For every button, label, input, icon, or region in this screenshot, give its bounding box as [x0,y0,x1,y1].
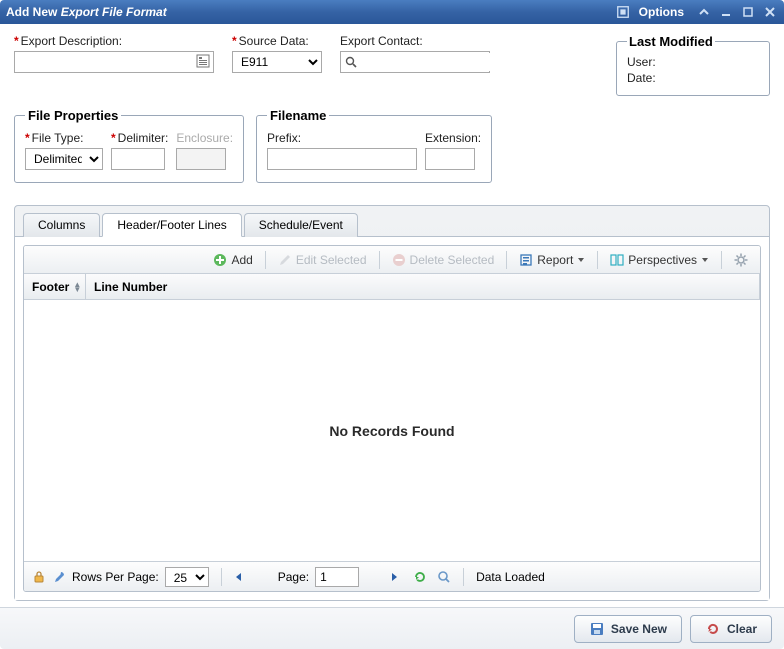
refresh-button[interactable] [413,570,427,584]
source-data-group: *Source Data: E911 [232,34,322,73]
fieldsets-row: File Properties *File Type: Delimited *D… [14,96,770,183]
tab-header-footer[interactable]: Header/Footer Lines [102,213,241,237]
required-mark: * [232,34,237,48]
lock-icon[interactable] [32,570,46,584]
file-properties-fieldset: File Properties *File Type: Delimited *D… [14,108,244,183]
maximize-icon[interactable] [740,4,756,20]
delete-selected-button: Delete Selected [386,251,501,269]
tab-columns[interactable]: Columns [23,213,100,237]
minimize-icon[interactable] [718,4,734,20]
form-body: *Export Description: *Source Data: E911 [0,24,784,607]
no-records-message: No Records Found [329,423,454,439]
status-text: Data Loaded [476,570,545,584]
toolbar-separator [721,251,722,269]
export-description-group: *Export Description: [14,34,214,73]
perspectives-icon [610,253,624,267]
save-icon [589,621,605,637]
options-label[interactable]: Options [639,5,684,19]
clear-button[interactable]: Clear [690,615,772,643]
chevron-down-icon [577,256,585,264]
options-icon[interactable] [615,4,631,20]
titlebar-controls: Options [615,4,778,20]
grid-body: No Records Found [24,300,760,561]
grid-toolbar: Add Edit Selected [24,246,760,274]
extension-group: Extension: [425,131,481,170]
enclosure-input [176,148,226,170]
file-type-select[interactable]: Delimited [25,148,103,170]
search-icon[interactable] [345,56,357,68]
enclosure-group: Enclosure: [176,131,233,170]
gear-icon [734,253,748,267]
export-contact-input[interactable] [357,53,512,71]
chevron-down-icon [701,256,709,264]
export-contact-group: Export Contact: [340,34,490,73]
prefix-group: Prefix: [267,131,417,170]
source-data-select[interactable]: E911 [232,51,322,73]
filename-fieldset: Filename Prefix: Extension: [256,108,492,183]
footer-separator [463,568,464,586]
source-data-label: *Source Data: [232,34,322,48]
delimiter-group: *Delimiter: [111,131,168,170]
collapse-icon[interactable] [696,4,712,20]
grid-header: Footer ▲▼ Line Number [24,274,760,300]
zoom-button[interactable] [437,570,451,584]
window-title: Add New Export File Format [6,5,615,19]
add-icon [213,253,227,267]
clear-icon [705,621,721,637]
tabs-bar: Columns Header/Footer Lines Schedule/Eve… [15,212,769,237]
close-icon[interactable] [762,4,778,20]
toolbar-separator [506,251,507,269]
last-modified-box: Last Modified User: Date: [616,34,770,96]
export-contact-label: Export Contact: [340,34,490,48]
delimiter-input[interactable] [111,148,165,170]
report-button[interactable]: Report [513,251,591,269]
delete-icon [392,253,406,267]
window: Add New Export File Format Options [0,0,784,649]
page-label: Page: [278,570,309,584]
tab-schedule-event[interactable]: Schedule/Event [244,213,358,237]
col-footer[interactable]: Footer ▲▼ [24,274,86,299]
rows-per-page-label: Rows Per Page: [72,570,159,584]
titlebar: Add New Export File Format Options [0,0,784,24]
tabs-container: Columns Header/Footer Lines Schedule/Eve… [14,205,770,601]
title-suffix: Export File Format [61,5,167,19]
col-line-number[interactable]: Line Number [86,274,760,299]
save-new-button[interactable]: Save New [574,615,682,643]
rows-per-page-select[interactable]: 25 [165,567,209,587]
title-prefix: Add New [6,5,57,19]
prefix-input[interactable] [267,148,417,170]
gear-button[interactable] [728,251,754,269]
extension-input[interactable] [425,148,475,170]
tab-content: Add Edit Selected [15,237,769,600]
grid-footer: Rows Per Page: 25 Page: [24,561,760,591]
bottom-bar: Save New Clear [0,607,784,649]
page-input[interactable] [315,567,359,587]
report-icon [519,253,533,267]
export-contact-input-wrap [340,51,490,73]
required-mark: * [14,34,19,48]
filename-legend: Filename [267,108,329,123]
last-modified-user: User: [627,55,759,69]
next-page-button[interactable] [389,572,403,582]
top-fields-row: *Export Description: *Source Data: E911 [14,34,770,96]
file-type-group: *File Type: Delimited [25,131,103,170]
file-properties-legend: File Properties [25,108,121,123]
wrench-icon[interactable] [52,570,66,584]
pencil-icon [278,253,292,267]
prev-page-button[interactable] [234,572,248,582]
footer-separator [221,568,222,586]
last-modified-date: Date: [627,71,759,85]
add-button[interactable]: Add [207,251,258,269]
export-description-label: *Export Description: [14,34,214,48]
lookup-icon[interactable] [196,54,210,68]
edit-selected-button: Edit Selected [272,251,373,269]
grid: Add Edit Selected [23,245,761,592]
toolbar-separator [597,251,598,269]
last-modified-legend: Last Modified [627,34,715,49]
export-description-input[interactable] [14,51,214,73]
toolbar-separator [379,251,380,269]
sort-icon: ▲▼ [73,282,81,292]
toolbar-separator [265,251,266,269]
perspectives-button[interactable]: Perspectives [604,251,715,269]
